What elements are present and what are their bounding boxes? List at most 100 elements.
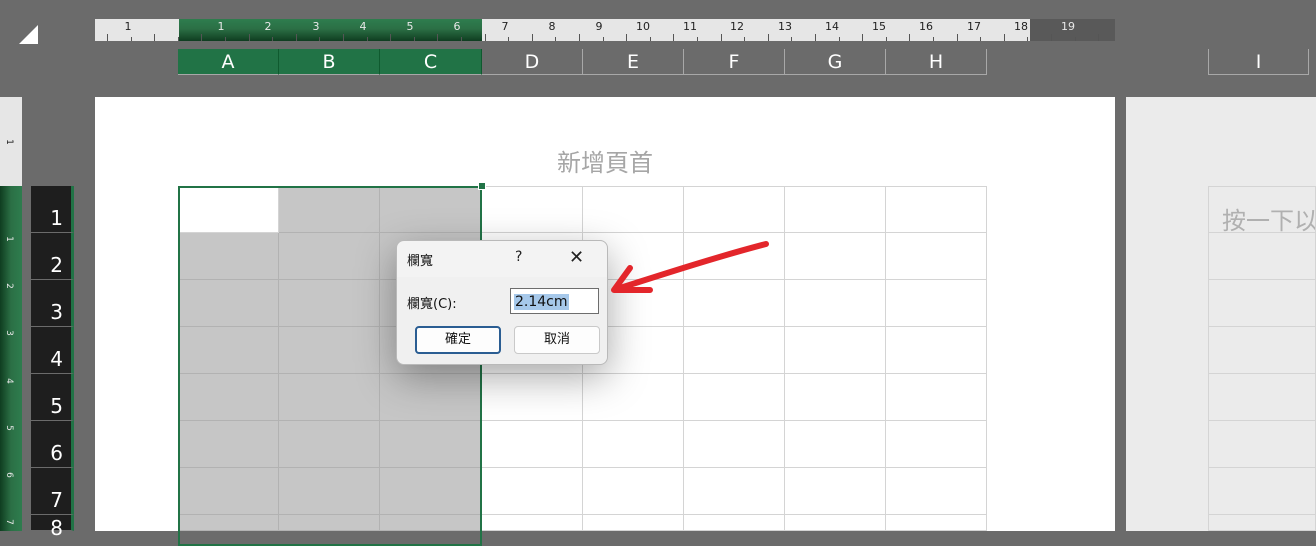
column-header-h[interactable]: H — [886, 49, 987, 75]
cell[interactable] — [1208, 327, 1316, 374]
cell[interactable] — [583, 186, 684, 233]
cell[interactable] — [1208, 280, 1316, 327]
cell[interactable] — [583, 468, 684, 515]
cell[interactable] — [1208, 374, 1316, 421]
cell[interactable] — [1208, 186, 1316, 233]
row-header-1[interactable]: 1 — [31, 186, 74, 233]
arrow-shaft — [617, 241, 769, 291]
row-header-5[interactable]: 5 — [31, 374, 74, 421]
cell[interactable] — [785, 327, 886, 374]
cell[interactable] — [1208, 468, 1316, 515]
cell[interactable] — [684, 468, 785, 515]
row-header-6[interactable]: 6 — [31, 421, 74, 468]
ruler-tick — [272, 37, 274, 41]
ruler-number: 2 — [264, 20, 272, 33]
column-header-f[interactable]: F — [684, 49, 785, 75]
ruler-tick — [673, 34, 675, 41]
cell[interactable] — [886, 186, 987, 233]
column-header-e[interactable]: E — [583, 49, 684, 75]
cancel-button[interactable]: 取消 — [514, 326, 600, 354]
select-all-triangle[interactable] — [19, 25, 38, 44]
row-header-2[interactable]: 2 — [31, 233, 74, 280]
cell[interactable] — [684, 515, 785, 531]
row-header-8[interactable]: 8 — [31, 515, 74, 540]
vruler-number: 1 — [4, 139, 14, 145]
cell[interactable] — [684, 374, 785, 421]
column-header-g[interactable]: G — [785, 49, 886, 75]
cell[interactable] — [1208, 233, 1316, 280]
ruler-tick — [815, 34, 816, 41]
cell[interactable] — [886, 468, 987, 515]
cell[interactable] — [785, 233, 886, 280]
ruler-number: 3 — [312, 20, 320, 33]
ruler-number: 13 — [778, 20, 792, 33]
ruler-tick — [649, 37, 651, 41]
row-header-7[interactable]: 7 — [31, 468, 74, 515]
ruler-tick — [980, 37, 982, 41]
ruler-number: 16 — [919, 20, 933, 33]
annotation-arrow — [611, 241, 769, 293]
cell[interactable] — [583, 374, 684, 421]
cell[interactable] — [1208, 515, 1316, 531]
ruler-tick — [1027, 37, 1029, 41]
ruler-tick — [579, 34, 580, 41]
cell[interactable] — [785, 421, 886, 468]
column-width-value: 2.14cm — [514, 294, 569, 310]
ruler-number: 14 — [825, 20, 839, 33]
cell[interactable] — [1208, 421, 1316, 468]
column-header-i[interactable]: I — [1208, 49, 1309, 75]
fill-handle[interactable] — [478, 182, 486, 190]
cell[interactable] — [583, 421, 684, 468]
dialog-body: 欄寬(C): 2.14cm 確定 取消 — [397, 277, 607, 364]
row-header-3[interactable]: 3 — [31, 280, 74, 327]
ruler-tick — [130, 37, 132, 41]
add-header-placeholder[interactable]: 新增頁首 — [95, 143, 1115, 178]
ruler-tick — [791, 37, 793, 41]
ruler-tick — [225, 37, 226, 41]
cell[interactable] — [785, 374, 886, 421]
cell[interactable] — [886, 327, 987, 374]
cell[interactable] — [886, 233, 987, 280]
column-width-input[interactable]: 2.14cm — [510, 288, 599, 314]
column-width-label: 欄寬(C): — [407, 297, 457, 312]
cell[interactable] — [583, 515, 684, 531]
cell[interactable] — [482, 515, 583, 531]
cell[interactable] — [886, 374, 987, 421]
cell[interactable] — [482, 468, 583, 515]
cell[interactable] — [684, 186, 785, 233]
column-width-dialog: 欄寬 ? ✕ 欄寬(C): 2.14cm 確定 取消 — [396, 240, 608, 365]
column-header-a[interactable]: A — [178, 49, 279, 75]
ruler-number: 15 — [872, 20, 886, 33]
horizontal-ruler: 1 1 2 3 4 5 6 7 8 9 10 11 12 13 14 15 16… — [95, 19, 1115, 41]
ruler-tick — [413, 37, 415, 41]
cell[interactable] — [785, 515, 886, 531]
ruler-tick — [390, 34, 392, 41]
cell[interactable] — [886, 280, 987, 327]
ok-button[interactable]: 確定 — [415, 326, 501, 354]
column-header-b[interactable]: B — [279, 49, 380, 75]
ruler-tick — [154, 34, 156, 41]
cell[interactable] — [482, 374, 583, 421]
cell[interactable] — [482, 186, 583, 233]
ruler-number: 1 — [217, 20, 225, 33]
column-header-c[interactable]: C — [380, 49, 482, 75]
dialog-title: 欄寬 — [407, 254, 434, 269]
close-icon[interactable]: ✕ — [569, 247, 584, 268]
row-headers: 1 2 3 4 5 6 7 8 — [31, 186, 74, 540]
ruler-tick — [885, 37, 887, 41]
vruler-number: 4 — [4, 378, 14, 384]
cell[interactable] — [785, 280, 886, 327]
ruler-tick — [319, 37, 321, 41]
cell[interactable] — [684, 327, 785, 374]
cell[interactable] — [886, 421, 987, 468]
row-header-4[interactable]: 4 — [31, 327, 74, 374]
ruler-number: 18 — [1014, 20, 1028, 33]
cell[interactable] — [785, 186, 886, 233]
help-icon[interactable]: ? — [515, 249, 522, 265]
cell[interactable] — [886, 515, 987, 531]
column-header-d[interactable]: D — [482, 49, 583, 75]
cell[interactable] — [785, 468, 886, 515]
cell[interactable] — [482, 421, 583, 468]
ruler-tick — [767, 34, 769, 41]
cell[interactable] — [684, 421, 785, 468]
